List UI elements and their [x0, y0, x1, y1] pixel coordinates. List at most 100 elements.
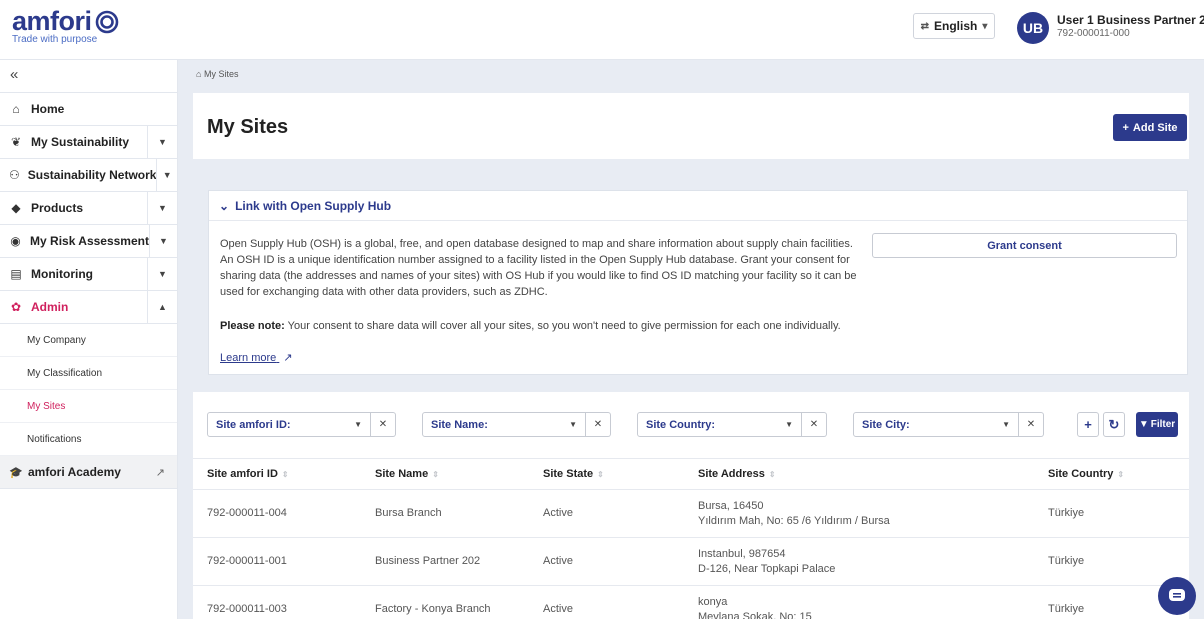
sidebar: « ⌂ Home ❦ My Sustainability ▼ ⚇ Sustain… — [0, 60, 178, 619]
clear-filter-button[interactable]: ✕ — [1019, 412, 1044, 437]
sidebar-subitem-my-company[interactable]: My Company — [0, 324, 177, 357]
site-city-select[interactable]: Site City: ▼ — [853, 412, 1019, 437]
chevron-down-icon[interactable]: ▼ — [147, 258, 177, 290]
osh-description: Open Supply Hub (OSH) is a global, free,… — [220, 238, 857, 298]
column-header-site-state[interactable]: Site State ⇕ — [529, 458, 684, 490]
sidebar-item-my-risk-assessment[interactable]: ◉ My Risk Assessment ▼ — [0, 225, 177, 258]
sidebar-item-label: Sustainability Network — [27, 168, 157, 182]
user-id: 792-000011-000 — [1057, 28, 1130, 39]
sidebar-item-admin[interactable]: ✿ Admin ▲ — [0, 291, 177, 324]
user-avatar[interactable]: UB — [1017, 12, 1049, 44]
sidebar-subitem-my-classification[interactable]: My Classification — [0, 357, 177, 390]
column-header-site-country[interactable]: Site Country ⇕ — [1034, 458, 1189, 490]
sidebar-item-amfori-academy[interactable]: 🎓 amfori Academy ↗ — [0, 456, 177, 489]
cell-site-country: Türkiye — [1034, 489, 1189, 538]
site-amfori-id-select[interactable]: Site amfori ID: ▼ — [207, 412, 371, 437]
language-label: English — [934, 19, 978, 33]
cell-site-state: Active — [529, 537, 684, 586]
add-site-button[interactable]: + Add Site — [1113, 114, 1187, 141]
caret-down-icon: ▼ — [354, 420, 362, 429]
grant-consent-button[interactable]: Grant consent — [872, 233, 1177, 258]
sidebar-item-my-sustainability[interactable]: ❦ My Sustainability ▼ — [0, 126, 177, 159]
chevron-down-icon[interactable]: ▼ — [147, 126, 177, 158]
language-selector[interactable]: ⇄ English ▾ — [913, 13, 995, 39]
page-header: My Sites + Add Site — [193, 93, 1189, 159]
user-name: User 1 Business Partner 202 — [1057, 13, 1204, 27]
osh-note: Please note: Your consent to share data … — [220, 320, 920, 332]
sidebar-subitem-my-sites[interactable]: My Sites — [0, 390, 177, 423]
tag-icon: ◆ — [11, 201, 21, 215]
sidebar-subitem-notifications[interactable]: Notifications — [0, 423, 177, 456]
table-row[interactable]: 792-000011-001 Business Partner 202 Acti… — [193, 537, 1189, 586]
sort-icon: ⇕ — [281, 470, 289, 479]
logo-rings-icon — [95, 10, 118, 33]
collapse-sidebar-button[interactable]: « — [0, 60, 177, 93]
chat-button[interactable] — [1158, 577, 1196, 615]
column-header-site-address[interactable]: Site Address ⇕ — [684, 458, 1034, 490]
sidebar-item-label: Monitoring — [31, 267, 93, 281]
sidebar-item-monitoring[interactable]: ▤ Monitoring ▼ — [0, 258, 177, 291]
filter-label: Site Country: — [646, 418, 716, 431]
sidebar-item-label: My Risk Assessment — [30, 234, 149, 248]
external-link-icon: ↗ — [283, 352, 293, 364]
filter-site-amfori-id: Site amfori ID: ▼ ✕ — [207, 412, 396, 437]
sidebar-item-products[interactable]: ◆ Products ▼ — [0, 192, 177, 225]
add-site-label: Add Site — [1132, 121, 1178, 134]
address-line-2: Yıldırım Mah, No: 65 /6 Yıldırım / Bursa — [698, 514, 890, 527]
caret-down-icon: ▾ — [982, 20, 988, 32]
plus-icon: + — [1084, 417, 1092, 432]
osh-panel: ⌄ Link with Open Supply Hub Open Supply … — [208, 190, 1188, 375]
home-icon: ⌂ — [12, 102, 20, 116]
column-header-site-name[interactable]: Site Name ⇕ — [361, 458, 529, 490]
filter-bar: Site amfori ID: ▼ ✕ Site Name: ▼ ✕ Site … — [207, 412, 1178, 437]
clear-filter-button[interactable]: ✕ — [802, 412, 827, 437]
sidebar-item-label: My Sustainability — [31, 135, 130, 149]
sidebar-item-home[interactable]: ⌂ Home — [0, 93, 177, 126]
clear-filter-button[interactable]: ✕ — [586, 412, 611, 437]
address-line-1: Bursa, 16450 — [698, 499, 764, 512]
site-name-select[interactable]: Site Name: ▼ — [422, 412, 586, 437]
sites-table: Site amfori ID ⇕ Site Name ⇕ Site State ⇕ S… — [193, 458, 1189, 619]
risk-icon: ◉ — [10, 234, 21, 248]
sort-icon: ⇕ — [768, 470, 776, 479]
site-country-select[interactable]: Site Country: ▼ — [637, 412, 802, 437]
address-line-1: Instanbul, 987654 — [698, 547, 786, 560]
osh-panel-toggle[interactable]: ⌄ Link with Open Supply Hub — [209, 191, 1187, 221]
add-filter-button[interactable]: + — [1077, 412, 1099, 437]
reset-filters-button[interactable]: ↻ — [1103, 412, 1125, 437]
cell-site-address: Bursa, 16450 Yıldırım Mah, No: 65 /6 Yıld… — [684, 489, 1034, 538]
clear-filter-button[interactable]: ✕ — [371, 412, 396, 437]
sort-icon: ⇕ — [597, 470, 604, 479]
top-bar: amfori Trade with purpose ⇄ English ▾ UB… — [0, 0, 1204, 60]
chevron-up-icon[interactable]: ▲ — [147, 291, 177, 323]
filter-label: Site amfori ID: — [216, 418, 291, 431]
main-content: ⌂ My Sites My Sites + Add Site ⌄ Link wi… — [178, 60, 1204, 619]
filter-button[interactable]: ▼ Filter — [1136, 412, 1178, 437]
table-header-row: Site amfori ID ⇕ Site Name ⇕ Site State ⇕ S… — [193, 458, 1189, 490]
sidebar-item-label: Admin — [31, 300, 69, 314]
chevron-down-icon[interactable]: ▼ — [147, 192, 177, 224]
chevron-down-icon[interactable]: ▼ — [148, 225, 177, 257]
gear-icon: ✿ — [10, 300, 22, 314]
address-line-2: D-126, Near Topkapi Palace — [698, 562, 836, 575]
breadcrumb-current: My Sites — [203, 69, 239, 79]
home-icon[interactable]: ⌂ — [196, 69, 201, 79]
osh-panel-title: Link with Open Supply Hub — [235, 198, 392, 213]
cell-site-id: 792-000011-004 — [193, 489, 361, 538]
sidebar-item-sustainability-network[interactable]: ⚇ Sustainability Network ▼ — [0, 159, 177, 192]
cell-site-address: konya Mevlana Sokak, No: 15 — [684, 585, 1034, 619]
chevron-down-icon[interactable]: ▼ — [156, 159, 177, 191]
table-row[interactable]: 792-000011-004 Bursa Branch Active Bursa… — [193, 489, 1189, 538]
leaf-icon: ❦ — [10, 135, 22, 149]
cell-site-name: Factory - Konya Branch — [361, 585, 529, 619]
learn-more-link[interactable]: Learn more ↗ — [220, 351, 293, 364]
table-row[interactable]: 792-000011-003 Factory - Konya Branch Ac… — [193, 585, 1189, 619]
filter-button-label: Filter — [1150, 419, 1176, 430]
column-header-site-amfori-id[interactable]: Site amfori ID ⇕ — [193, 458, 361, 490]
amfori-logo[interactable]: amfori Trade with purpose — [12, 6, 119, 45]
address-line-1: konya — [698, 595, 728, 608]
user-menu[interactable]: User 1 Business Partner 202 ▾ — [1057, 13, 1204, 27]
plus-icon: + — [1122, 121, 1129, 134]
refresh-icon: ↻ — [1108, 416, 1120, 432]
address-line-2: Mevlana Sokak, No: 15 — [698, 610, 812, 619]
